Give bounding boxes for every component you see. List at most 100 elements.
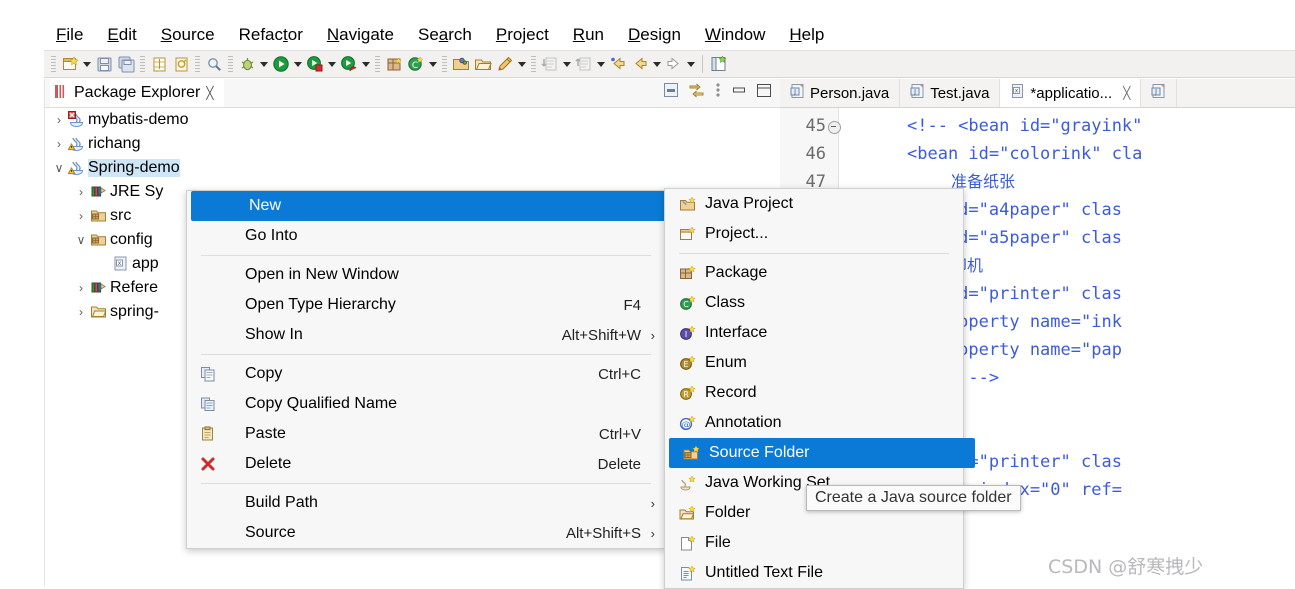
new-dropdown-arrow[interactable]	[81, 53, 93, 75]
class-icon: C	[673, 293, 701, 313]
menu-source[interactable]: Source	[149, 20, 227, 50]
close-icon[interactable]: ╳	[1123, 86, 1130, 100]
tree-twisty-icon[interactable]: ›	[72, 281, 90, 295]
menu-project[interactable]: Project	[484, 20, 561, 50]
new-submenu-item-file[interactable]: File	[665, 528, 963, 558]
back-icon[interactable]	[607, 53, 629, 75]
tree-twisty-icon[interactable]: ∨	[50, 161, 68, 175]
menu-help[interactable]: Help	[777, 20, 836, 50]
marker-dropdown-arrow[interactable]	[516, 53, 528, 75]
tree-twisty-icon[interactable]: ›	[50, 113, 68, 127]
tree-item-label: mybatis-demo	[88, 111, 189, 128]
open-task-icon[interactable]	[472, 53, 494, 75]
next-annotation-icon[interactable]	[573, 53, 595, 75]
open-type-icon[interactable]	[450, 53, 472, 75]
marker-icon[interactable]	[494, 53, 516, 75]
run-icon[interactable]	[270, 53, 292, 75]
new-submenu-item-interface[interactable]: I Interface	[665, 318, 963, 348]
menu-edit[interactable]: Edit	[95, 20, 148, 50]
context-menu-item-open-in-new-window[interactable]: Open in New Window	[187, 260, 665, 290]
save-icon[interactable]	[93, 53, 115, 75]
menu-run[interactable]: Run	[561, 20, 616, 50]
svg-text:E: E	[683, 360, 688, 369]
new-submenu-item-enum[interactable]: E Enum	[665, 348, 963, 378]
new-submenu-item-record[interactable]: R Record	[665, 378, 963, 408]
new-submenu-item-label: Record	[705, 384, 757, 401]
new-submenu-item-untitled-text-file[interactable]: Untitled Text File	[665, 558, 963, 588]
tree-item-mybatis-demo[interactable]: › mybatis-demo	[44, 108, 780, 132]
context-menu-item-new[interactable]: New›	[191, 191, 679, 221]
menu-refactor[interactable]: Refactor	[227, 20, 315, 50]
menu-window[interactable]: Window	[693, 20, 777, 50]
tree-twisty-icon[interactable]: ›	[72, 185, 90, 199]
forward-dropdown-arrow[interactable]	[685, 53, 697, 75]
toggle-perspective-icon[interactable]	[708, 53, 730, 75]
new-submenu[interactable]: Java Project Project... Package C Class I Inte…	[664, 188, 975, 589]
context-menu[interactable]: New›Go Into Open in New WindowOpen Type H…	[186, 190, 679, 549]
close-icon[interactable]: ╳	[206, 86, 213, 100]
run-dropdown-arrow[interactable]	[292, 53, 304, 75]
new-class-icon[interactable]: C	[405, 53, 427, 75]
view-menu-icon[interactable]	[714, 82, 722, 102]
new-submenu-item-package[interactable]: Package	[665, 258, 963, 288]
context-menu-item-copy[interactable]: Copy Ctrl+C	[187, 359, 665, 389]
minimize-icon[interactable]	[731, 83, 747, 101]
tree-item-label: spring-	[110, 303, 159, 320]
context-menu-item-build-path[interactable]: Build Path ›	[187, 488, 665, 518]
maximize-icon[interactable]	[756, 83, 772, 102]
next-dropdown-arrow[interactable]	[595, 53, 607, 75]
context-menu-item-show-in[interactable]: Show In Alt+Shift+W ›	[187, 320, 665, 350]
new-package-icon[interactable]	[383, 53, 405, 75]
profile-icon[interactable]	[338, 53, 360, 75]
coverage-icon[interactable]	[304, 53, 326, 75]
context-menu-item-label: Show In	[245, 326, 303, 343]
coverage-dropdown-arrow[interactable]	[326, 53, 338, 75]
forward-icon[interactable]	[629, 53, 651, 75]
menu-navigate[interactable]: Navigate	[315, 20, 406, 50]
editor-tab-label: Person.java	[810, 84, 890, 102]
tree-twisty-icon[interactable]: ›	[72, 305, 90, 319]
prev-dropdown-arrow[interactable]	[561, 53, 573, 75]
context-menu-item-delete[interactable]: Delete Delete	[187, 449, 665, 479]
tree-twisty-icon[interactable]: ›	[72, 209, 90, 223]
prev-annotation-icon[interactable]	[539, 53, 561, 75]
save-all-icon[interactable]	[115, 53, 137, 75]
context-menu-item-source[interactable]: Source Alt+Shift+S ›	[187, 518, 665, 548]
forward-nav-icon[interactable]	[663, 53, 685, 75]
profile-dropdown-arrow[interactable]	[360, 53, 372, 75]
menu-search[interactable]: Search	[406, 20, 484, 50]
toolbar-drag-handle[interactable]	[51, 56, 56, 72]
context-menu-item-open-type-hierarchy[interactable]: Open Type Hierarchy F4	[187, 290, 665, 320]
context-menu-item-label: Paste	[245, 425, 286, 442]
menu-design[interactable]: Design	[616, 20, 693, 50]
menu-file[interactable]: File	[44, 20, 95, 50]
new-submenu-item-source-folder[interactable]: Source Folder	[669, 438, 975, 468]
tab-package-explorer[interactable]: Package Explorer ╳	[50, 79, 224, 107]
tree-item-richang[interactable]: › richang	[44, 132, 780, 156]
context-menu-item-copy-qualified-name[interactable]: Copy Qualified Name	[187, 389, 665, 419]
tree-twisty-icon[interactable]: ∨	[72, 233, 90, 247]
export-icon[interactable]	[148, 53, 170, 75]
new-wizard-icon[interactable]	[59, 53, 81, 75]
editor-tab-extra[interactable]: J	[1141, 79, 1178, 107]
new-submenu-item-annotation[interactable]: @ Annotation	[665, 408, 963, 438]
import-icon[interactable]	[170, 53, 192, 75]
history-dropdown-arrow[interactable]	[651, 53, 663, 75]
collapse-all-icon[interactable]	[663, 82, 679, 102]
new-class-dropdown-arrow[interactable]	[427, 53, 439, 75]
search-icon[interactable]	[203, 53, 225, 75]
editor-tab-applicatio[interactable]: x *applicatio... ╳	[1000, 79, 1142, 107]
new-submenu-item-project[interactable]: Project...	[665, 219, 963, 249]
debug-dropdown-arrow[interactable]	[258, 53, 270, 75]
link-with-editor-icon[interactable]	[688, 82, 705, 102]
editor-tab-label: *applicatio...	[1030, 84, 1113, 102]
debug-icon[interactable]	[236, 53, 258, 75]
new-submenu-item-java-project[interactable]: Java Project	[665, 189, 963, 219]
new-submenu-item-class[interactable]: C Class	[665, 288, 963, 318]
context-menu-item-go-into[interactable]: Go Into	[187, 221, 665, 251]
context-menu-item-paste[interactable]: Paste Ctrl+V	[187, 419, 665, 449]
editor-tab-test-java[interactable]: J Test.java	[900, 79, 1001, 107]
editor-tab-person-java[interactable]: J Person.java	[780, 79, 901, 107]
tree-item-spring-demo[interactable]: ∨ Spring-demo	[44, 156, 780, 180]
tree-twisty-icon[interactable]: ›	[50, 137, 68, 151]
